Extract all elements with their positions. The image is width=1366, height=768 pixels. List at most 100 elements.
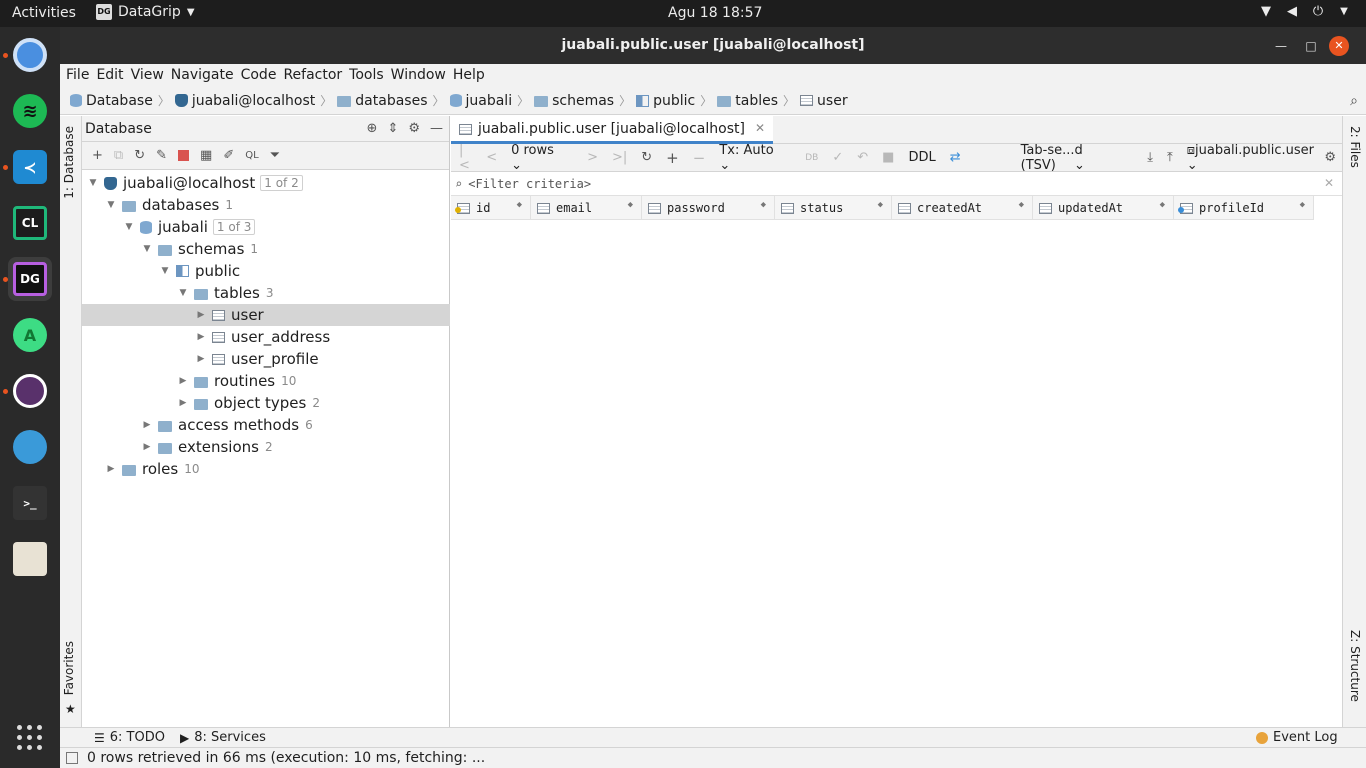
- menu-tools[interactable]: Tools: [349, 64, 389, 87]
- add-row-icon[interactable]: +: [666, 149, 679, 167]
- dock-datagrip[interactable]: DG: [3, 257, 52, 301]
- console-icon[interactable]: QL: [245, 150, 258, 161]
- ddl-button[interactable]: DDL: [908, 150, 935, 165]
- tree-item-table-user-profile[interactable]: ▶ user_profile: [82, 348, 450, 370]
- editor-tab-user[interactable]: juabali.public.user [juabali@localhost] …: [451, 116, 774, 144]
- tree-item-schemas[interactable]: ▼ schemas 1: [82, 238, 450, 260]
- delete-row-icon[interactable]: −: [693, 149, 706, 167]
- column-header-password[interactable]: password ◆: [642, 196, 775, 220]
- rows-count-dropdown[interactable]: 0 rows ⌄: [511, 143, 573, 173]
- column-header-createdat[interactable]: createdAt ◆: [892, 196, 1033, 220]
- system-tray[interactable]: ▼ ◀ ⏻ ▼: [1258, 4, 1352, 20]
- dock-water-app[interactable]: [8, 425, 52, 469]
- breadcrumb-database[interactable]: Database: [70, 93, 153, 109]
- sort-icon[interactable]: ◆: [878, 200, 883, 210]
- close-tab-icon[interactable]: ✕: [755, 121, 765, 141]
- close-button[interactable]: ✕: [1329, 36, 1349, 56]
- sort-icon[interactable]: ◆: [761, 200, 766, 210]
- breadcrumb-datasource[interactable]: juabali@localhost: [174, 93, 315, 109]
- window-titlebar[interactable]: juabali.public.user [juabali@localhost] …: [60, 27, 1366, 64]
- transaction-mode-dropdown[interactable]: Tx: Auto ⌄: [719, 143, 791, 173]
- menu-window[interactable]: Window: [391, 64, 451, 87]
- tree-item-public[interactable]: ▼ public: [82, 260, 450, 282]
- search-icon[interactable]: ⌕: [1350, 93, 1358, 109]
- download-icon[interactable]: ⤓: [1147, 150, 1153, 165]
- refresh-icon[interactable]: ↻: [641, 150, 652, 165]
- dock-vscode[interactable]: ≺: [3, 145, 52, 189]
- table-view-icon[interactable]: ▦: [200, 148, 212, 163]
- sort-icon[interactable]: ◆: [1300, 200, 1305, 210]
- menu-code[interactable]: Code: [241, 64, 282, 87]
- stop-icon[interactable]: ■: [882, 150, 894, 165]
- dock-terminal[interactable]: >_: [8, 481, 52, 525]
- gear-icon[interactable]: ⚙: [408, 121, 420, 136]
- filter-input[interactable]: <Filter criteria>: [468, 177, 591, 191]
- locate-icon[interactable]: ⊕: [367, 121, 378, 136]
- dock-spotify[interactable]: ≋: [8, 89, 52, 133]
- menu-edit[interactable]: Edit: [96, 64, 128, 87]
- breadcrumb-juabali[interactable]: juabali: [449, 93, 512, 109]
- db-commit-icon[interactable]: DB: [805, 153, 818, 163]
- gear-icon[interactable]: ⚙: [1324, 150, 1336, 165]
- dock-clion[interactable]: CL: [8, 201, 52, 245]
- commit-icon[interactable]: ✓: [832, 150, 843, 165]
- tab-database-tool[interactable]: 1: Database: [62, 126, 76, 199]
- properties-icon[interactable]: ✎: [156, 148, 167, 163]
- sort-icon[interactable]: ◆: [517, 200, 522, 210]
- column-header-email[interactable]: email ◆: [531, 196, 642, 220]
- activities-button[interactable]: Activities: [12, 5, 76, 21]
- dock-chromium[interactable]: [3, 33, 52, 77]
- stop-icon[interactable]: [178, 150, 190, 161]
- tab-favorites[interactable]: Favorites: [62, 641, 76, 695]
- edit-icon[interactable]: ✐: [223, 148, 234, 163]
- event-log-button[interactable]: Event Log: [1256, 730, 1338, 745]
- menu-help[interactable]: Help: [453, 64, 490, 87]
- export-format-dropdown[interactable]: Tab-se...d (TSV) ⌄: [1021, 143, 1134, 173]
- breadcrumb-user[interactable]: user: [800, 93, 848, 109]
- column-header-status[interactable]: status ◆: [775, 196, 892, 220]
- tree-item-table-user-address[interactable]: ▶ user_address: [82, 326, 450, 348]
- tab-todo[interactable]: ☰ 6: TODO: [94, 730, 165, 745]
- tree-item-table-user[interactable]: ▶ user: [82, 304, 450, 326]
- last-page-icon[interactable]: >|: [612, 150, 627, 165]
- collapse-all-icon[interactable]: ⇕: [387, 121, 398, 136]
- clock[interactable]: Agu 18 18:57: [668, 5, 762, 21]
- tree-item-routines[interactable]: ▶ routines 10: [82, 370, 450, 392]
- hide-panel-icon[interactable]: —: [430, 121, 443, 136]
- sort-icon[interactable]: ◆: [1160, 200, 1165, 210]
- dock-android-studio[interactable]: A: [8, 313, 52, 357]
- clear-filter-icon[interactable]: ✕: [1324, 176, 1334, 190]
- tab-structure[interactable]: Z: Structure: [1348, 630, 1362, 702]
- sort-icon[interactable]: ◆: [1019, 200, 1024, 210]
- copy-icon[interactable]: ⧉: [114, 148, 123, 163]
- column-header-id[interactable]: id ◆: [451, 196, 531, 220]
- previous-page-icon[interactable]: <: [486, 150, 497, 165]
- tree-item-roles[interactable]: ▶ roles 10: [82, 458, 450, 480]
- sort-icon[interactable]: ◆: [628, 200, 633, 210]
- breadcrumb-public[interactable]: public: [636, 93, 695, 109]
- tool-windows-toggle-icon[interactable]: [66, 752, 78, 764]
- filter-bar[interactable]: ⌕ <Filter criteria> ✕: [451, 172, 1342, 196]
- tab-services[interactable]: ▶ 8: Services: [180, 730, 266, 745]
- minimize-button[interactable]: —: [1271, 36, 1291, 56]
- tree-item-juabali[interactable]: ▼ juabali 1 of 3: [82, 216, 450, 238]
- menu-view[interactable]: View: [131, 64, 169, 87]
- next-page-icon[interactable]: >: [587, 150, 598, 165]
- tree-item-object-types[interactable]: ▶ object types 2: [82, 392, 450, 414]
- add-icon[interactable]: +: [92, 148, 103, 163]
- upload-icon[interactable]: ⤒: [1167, 150, 1173, 165]
- tab-files[interactable]: 2: Files: [1348, 126, 1362, 168]
- filter-icon[interactable]: ⏷: [270, 148, 280, 163]
- first-page-icon[interactable]: |<: [459, 143, 472, 173]
- breadcrumb-tables[interactable]: tables: [717, 93, 778, 109]
- refresh-icon[interactable]: ↻: [134, 148, 145, 163]
- compare-icon[interactable]: ⇄: [950, 150, 961, 165]
- tree-item-databases[interactable]: ▼ databases 1: [82, 194, 450, 216]
- rollback-icon[interactable]: ↶: [857, 150, 868, 165]
- column-header-profileid[interactable]: profileId ◆: [1174, 196, 1314, 220]
- dock-tor-browser[interactable]: [3, 369, 52, 413]
- maximize-button[interactable]: □: [1301, 36, 1321, 56]
- tree-item-tables[interactable]: ▼ tables 3: [82, 282, 450, 304]
- tree-item-access-methods[interactable]: ▶ access methods 6: [82, 414, 450, 436]
- breadcrumb-databases[interactable]: databases: [337, 93, 427, 109]
